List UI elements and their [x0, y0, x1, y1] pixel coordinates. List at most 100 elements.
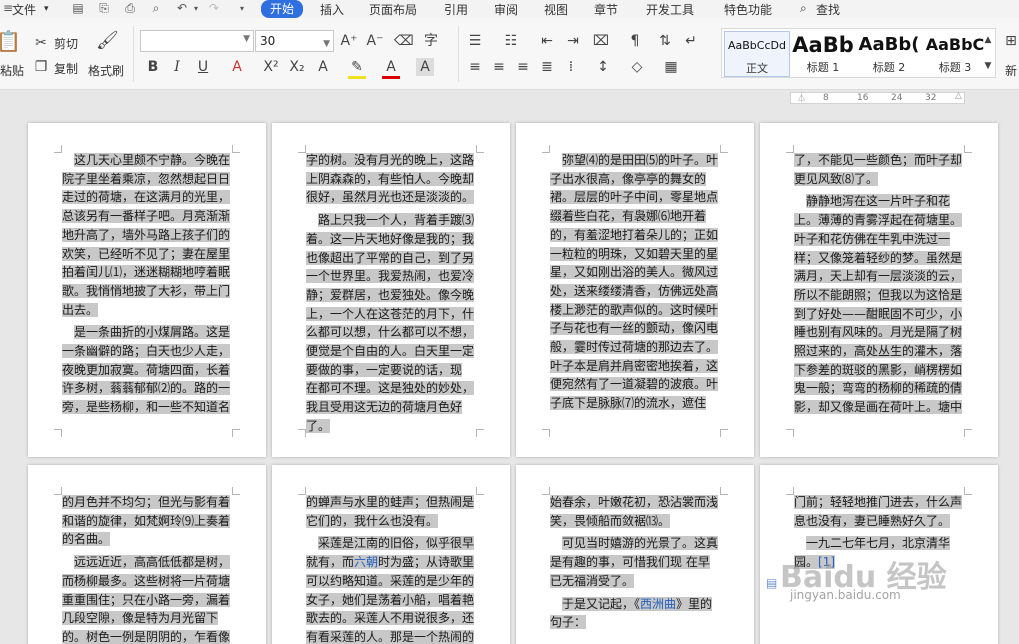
bullet-list-icon[interactable]: ☰ — [466, 32, 484, 50]
search-icon[interactable]: ⌕ — [800, 1, 807, 16]
page-corner-mark — [542, 487, 550, 495]
numbered-list-icon[interactable]: ☷ — [502, 32, 520, 50]
undo-dropdown-icon[interactable]: ▾ — [188, 1, 204, 16]
file-menu-chevron-icon[interactable]: ▾ — [44, 4, 49, 14]
strikethrough-icon[interactable]: A — [228, 58, 246, 76]
bold-icon[interactable]: B — [144, 58, 162, 76]
save-icon[interactable]: ▤ — [70, 1, 86, 16]
styles-scroll-down-icon[interactable]: ▼ — [982, 57, 994, 75]
paragraph: 这几天心里颇不宁静。今晚在院子里坐着乘凉，忽然想起日日走过的荷塘，在这满月的光里… — [62, 151, 232, 319]
phonetic-guide-icon[interactable]: 字 — [422, 32, 440, 50]
style-heading-2[interactable]: AaBb( 标题 2 — [856, 31, 922, 77]
paragraph-mark-icon[interactable]: ↵ — [682, 32, 700, 50]
align-left-icon[interactable]: ≡ — [466, 58, 484, 76]
quick-access-chevron-icon[interactable]: ▾ — [234, 1, 250, 16]
redo-icon[interactable]: ↷ — [206, 1, 222, 16]
style-name: 标题 1 — [806, 61, 840, 74]
underline-icon[interactable]: U — [194, 58, 212, 76]
tab-insert[interactable]: 插入 — [320, 1, 344, 18]
indent-marker-icon[interactable]: ⏃ — [797, 91, 806, 104]
tab-view[interactable]: 视图 — [544, 1, 568, 18]
copy-icon[interactable]: ❐ — [32, 58, 50, 76]
style-normal[interactable]: AaBbCcDd 正文 — [724, 31, 790, 77]
layout-options-icon[interactable]: ▤ — [766, 576, 777, 590]
new-style-icon[interactable]: ⊞ — [1002, 32, 1019, 50]
document-page[interactable]: 始春余，叶嫩花初，恐沾裳而浅笑，畏倾船而敛裾⒀。 可见当时嬉游的光景了。这真是有… — [516, 465, 754, 644]
increase-indent-icon[interactable]: ⇥ — [564, 32, 582, 50]
selected-text: 的月色并不均匀；但光与影有着和谐的旋律，如梵婀玲⑼上奏着的名曲。 — [62, 495, 231, 547]
chinese-layout-icon[interactable]: ⌧ — [592, 32, 610, 50]
format-painter-icon[interactable]: 🖌 — [96, 32, 119, 50]
document-page[interactable]: 弥望⑷的是田田⑸的叶子。叶子出水很高，像亭亭的舞女的裙。层层的叶子中间，零星地点… — [516, 123, 754, 457]
cut-button[interactable]: 剪切 — [54, 35, 78, 52]
character-shading-icon[interactable]: A — [416, 58, 434, 76]
font-size-select[interactable]: 30 ▼ — [255, 30, 334, 52]
document-page[interactable]: 这几天心里颇不宁静。今晚在院子里坐着乘凉，忽然想起日日走过的荷塘，在这满月的光里… — [28, 123, 266, 457]
document-page[interactable]: 字的树。没有月光的晚上，这路上阴森森的，有些怕人。今晚却很好，虽然月光也还是淡淡… — [272, 123, 510, 457]
superscript-icon[interactable]: X² — [262, 58, 280, 76]
paste-icon[interactable]: 📋 — [0, 31, 21, 51]
hyperlink-six-dynasties[interactable]: 六朝 — [354, 555, 379, 570]
highlight-color-icon[interactable]: ✎ — [348, 58, 366, 79]
subscript-icon[interactable]: X₂ — [288, 58, 306, 76]
paste-button[interactable]: 粘贴 — [0, 62, 24, 79]
file-menu[interactable]: 文件 — [12, 1, 36, 18]
line-spacing-icon[interactable]: ↕ — [594, 58, 612, 76]
distributed-icon[interactable]: ⁞ — [562, 58, 580, 76]
sort-icon[interactable]: ⇅ — [656, 32, 674, 50]
paragraph: 路上只我一个人，背着手踱⑶着。这一片天地好像是我的；我也像超出了平常的自己，到了… — [306, 211, 476, 435]
search-label[interactable]: 查找 — [816, 1, 840, 18]
align-center-icon[interactable]: ≡ — [490, 58, 508, 76]
shrink-font-icon[interactable]: A⁻ — [366, 32, 384, 50]
selected-text: 于是又记起，《 — [562, 596, 641, 611]
italic-icon[interactable]: I — [168, 58, 186, 76]
style-name: 标题 3 — [938, 61, 972, 74]
page-corner-mark — [232, 429, 240, 437]
font-name-select[interactable]: ▼ — [140, 30, 254, 52]
justify-icon[interactable]: ≣ — [538, 58, 556, 76]
copy-button[interactable]: 复制 — [54, 60, 78, 77]
paragraph: 可见当时嬉游的光景了。这真是有趣的事，可惜我们现 在早已无福消受了。 — [550, 534, 720, 590]
tab-home[interactable]: 开始 — [261, 0, 304, 18]
document-page[interactable]: 的月色并不均匀；但光与影有着和谐的旋律，如梵婀玲⑼上奏着的名曲。 远远近近，高高… — [28, 465, 266, 644]
tab-developer[interactable]: 开发工具 — [646, 1, 694, 18]
style-preview: AaBbCcDd — [728, 39, 786, 52]
selected-text: 始春余，叶嫩花初，恐沾裳而浅笑，畏倾船而敛裾⒀。 — [550, 495, 719, 528]
page-text: 弥望⑷的是田田⑸的叶子。叶子出水很高，像亭亭的舞女的裙。层层的叶子中间，零星地点… — [550, 151, 720, 413]
ribbon-home: 📋 粘贴 ✂ 剪切 ❐ 复制 🖌 格式刷 ▼ 30 ▼ A⁺ A⁻ ⌫ 字 B … — [0, 18, 1019, 90]
borders-icon[interactable]: ▦ — [662, 58, 680, 76]
page-corner-mark — [298, 487, 306, 495]
document-page[interactable]: 了，不能见一些颜色；而叶子却更见风致⑻了。 静静地泻在这一片叶子和花上。薄薄的青… — [760, 123, 998, 457]
selected-text: 可见当时嬉游的光景了。这真是有趣的事，可惜我们现 在早已无福消受了。 — [550, 536, 719, 588]
format-painter-button[interactable]: 格式刷 — [88, 62, 124, 79]
tab-special-features[interactable]: 特色功能 — [724, 1, 772, 18]
align-right-icon[interactable]: ≡ — [514, 58, 532, 76]
print-preview-icon[interactable]: ⌕ — [148, 1, 164, 16]
page-text: 的月色并不均匀；但光与影有着和谐的旋律，如梵婀玲⑼上奏着的名曲。 远远近近，高高… — [62, 493, 232, 644]
decrease-indent-icon[interactable]: ⇤ — [538, 32, 556, 50]
style-heading-1[interactable]: AaBb 标题 1 — [790, 31, 856, 77]
tab-chapter[interactable]: 章节 — [594, 1, 618, 18]
hyperlink-xizhouqu[interactable]: 西洲曲 — [640, 596, 677, 611]
font-color-icon[interactable]: A — [382, 58, 400, 79]
export-pdf-icon[interactable]: ⎘ — [96, 1, 112, 16]
selected-text: 静静地泻在这一片叶子和花上。薄薄的青雾浮起在荷塘里。叶子和花仿佛在牛乳中洗过一样… — [794, 194, 963, 415]
style-heading-3[interactable]: AaBbC 标题 3 — [922, 31, 988, 77]
right-indent-marker-icon[interactable]: △ — [955, 91, 962, 101]
horizontal-ruler[interactable]: ⏃ 8 16 24 32 △ — [790, 91, 965, 104]
show-hide-marks-icon[interactable]: ¶ — [626, 32, 644, 50]
new-style-button[interactable]: 新 — [1005, 62, 1017, 79]
page-text: 字的树。没有月光的晚上，这路上阴森森的，有些怕人。今晚却很好，虽然月光也还是淡淡… — [306, 151, 476, 436]
page-corner-mark — [786, 429, 794, 437]
print-icon[interactable]: ⎙ — [122, 1, 138, 16]
grow-font-icon[interactable]: A⁺ — [340, 32, 358, 50]
styles-scroll-up-icon[interactable]: ▲ — [982, 31, 994, 49]
tab-page-layout[interactable]: 页面布局 — [369, 1, 417, 18]
text-effect-icon[interactable]: A — [314, 58, 332, 76]
tab-references[interactable]: 引用 — [444, 1, 468, 18]
shading-icon[interactable]: ◇ — [628, 58, 646, 76]
clear-format-icon[interactable]: ⌫ — [394, 32, 414, 50]
tab-review[interactable]: 审阅 — [494, 1, 518, 18]
cut-icon[interactable]: ✂ — [32, 34, 50, 52]
document-page[interactable]: 的蝉声与水里的蛙声；但热闹是它们的，我什么也没有。 采莲是江南的旧俗，似乎很早就… — [272, 465, 510, 644]
